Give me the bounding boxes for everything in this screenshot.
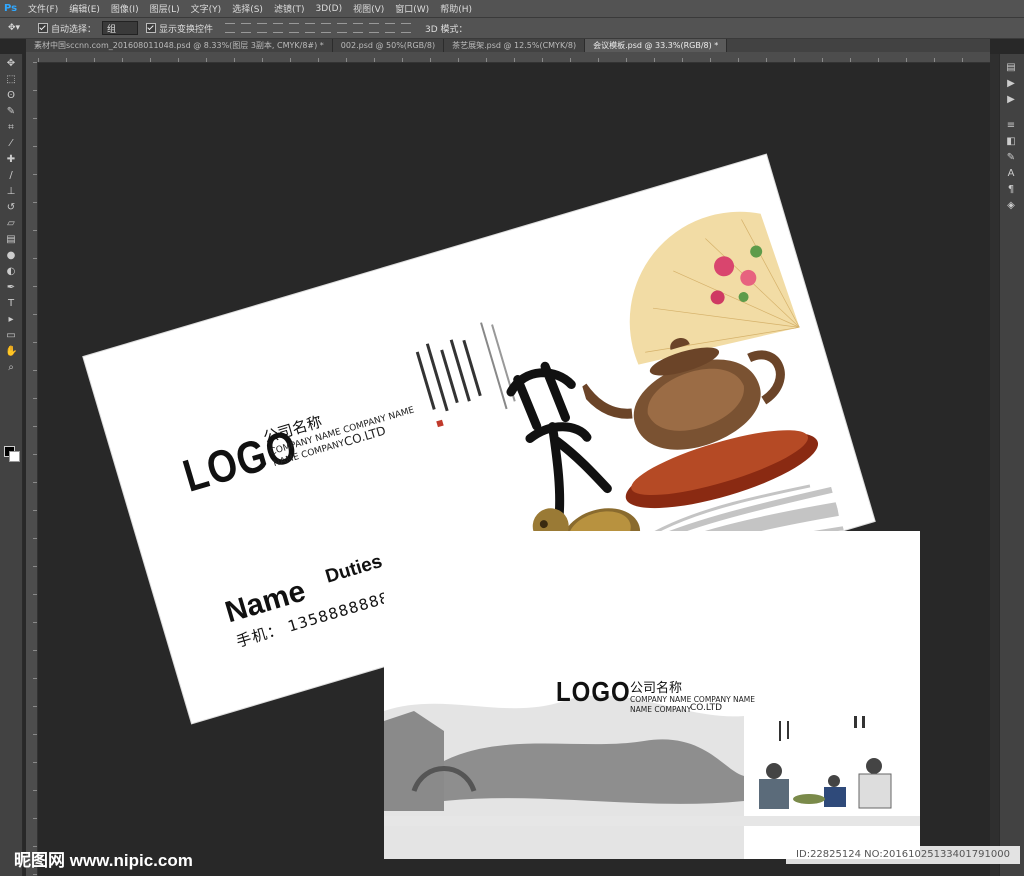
adjustments-panel-icon[interactable]: ◧: [1005, 136, 1017, 148]
show-transform-label: 显示变换控件: [159, 24, 214, 35]
align-top-icon[interactable]: [225, 23, 236, 33]
align-bottom-icon[interactable]: [257, 23, 268, 33]
back-logo-text: LOGO: [556, 677, 631, 709]
back-company-ltd: CO.LTD: [690, 703, 723, 713]
history-brush-tool-icon[interactable]: ↺: [5, 202, 17, 214]
document-tabs: 素材中国sccnn.com_201608011048.psd @ 8.33%(图…: [26, 39, 990, 52]
quick-select-tool-icon[interactable]: ✎: [5, 106, 17, 118]
menu-3d[interactable]: 3D(D): [315, 4, 342, 14]
auto-select-checkbox[interactable]: [38, 23, 48, 33]
tab-doc-1[interactable]: 素材中国sccnn.com_201608011048.psd @ 8.33%(图…: [26, 39, 333, 52]
gradient-tool-icon[interactable]: ▤: [5, 234, 17, 246]
menu-edit[interactable]: 编辑(E): [69, 2, 100, 15]
properties-panel-icon[interactable]: ≡: [1005, 120, 1017, 132]
lasso-tool-icon[interactable]: ʘ: [5, 90, 17, 102]
move-tool-preset-icon[interactable]: ✥▾: [8, 23, 30, 33]
hand-tool-icon[interactable]: ✋: [5, 346, 17, 358]
actions-panel-icon[interactable]: ▶: [1005, 78, 1017, 90]
pen-tool-icon[interactable]: ✒: [5, 282, 17, 294]
menu-select[interactable]: 选择(S): [232, 2, 263, 15]
zoom-tool-icon[interactable]: ⌕: [5, 362, 17, 374]
distribute-left-icon[interactable]: [369, 23, 380, 33]
align-buttons: [225, 23, 412, 33]
align-middle-icon[interactable]: [241, 23, 252, 33]
photoshop-logo: Ps: [4, 3, 18, 14]
nipic-watermark: 昵图网 www.nipic.com: [14, 851, 193, 870]
move-tool-icon[interactable]: ✥: [5, 58, 17, 70]
document-canvas[interactable]: LOGO 公司名称 COMPANY NAME COMPANY NAME NAME…: [38, 63, 990, 876]
align-right-icon[interactable]: [305, 23, 316, 33]
options-bar: ✥▾ 自动选择： 组 显示变换控件 3D 模式：: [0, 18, 1024, 39]
image-id-tag: ID:22825124 NO:20161025133401791000: [786, 846, 1020, 864]
tab-doc-3[interactable]: 茶艺展架.psd @ 12.5%(CMYK/8): [444, 39, 586, 52]
history-panel-icon[interactable]: ▤: [1005, 62, 1017, 74]
3d-mode-label: 3D 模式：: [425, 24, 468, 35]
paragraph-panel-icon[interactable]: ¶: [1005, 184, 1017, 196]
type-tool-icon[interactable]: T: [5, 298, 17, 310]
dodge-tool-icon[interactable]: ◐: [5, 266, 17, 278]
crop-tool-icon[interactable]: ⌗: [5, 122, 17, 134]
marquee-tool-icon[interactable]: ⬚: [5, 74, 17, 86]
collapsed-panels-strip: ▤ ▶ ▶ ≡ ◧ ✎ A ¶ ◈: [999, 54, 1024, 876]
menu-filter[interactable]: 滤镜(T): [274, 2, 305, 15]
shape-tool-icon[interactable]: ▭: [5, 330, 17, 342]
menu-type[interactable]: 文字(Y): [191, 2, 222, 15]
panel-divider: [990, 54, 999, 876]
eyedropper-tool-icon[interactable]: ⁄: [5, 138, 17, 150]
menu-image[interactable]: 图像(I): [111, 2, 139, 15]
brush-panel-icon[interactable]: ✎: [1005, 152, 1017, 164]
distribute-middle-icon[interactable]: [337, 23, 348, 33]
eraser-tool-icon[interactable]: ▱: [5, 218, 17, 230]
background-color-swatch[interactable]: [9, 451, 20, 462]
menu-layer[interactable]: 图层(L): [150, 2, 180, 15]
back-company-name: 公司名称: [630, 681, 683, 696]
horizontal-ruler[interactable]: [38, 52, 990, 63]
menu-window[interactable]: 窗口(W): [395, 2, 429, 15]
align-left-icon[interactable]: [273, 23, 284, 33]
show-transform-checkbox[interactable]: [146, 23, 157, 33]
menu-file[interactable]: 文件(F): [28, 2, 58, 15]
back-company-name-en-line2: NAME COMPANY: [630, 705, 692, 714]
tab-doc-2[interactable]: 002.psd @ 50%(RGB/8): [333, 39, 445, 52]
align-center-icon[interactable]: [289, 23, 300, 33]
distribute-right-icon[interactable]: [401, 23, 412, 33]
menu-help[interactable]: 帮助(H): [440, 2, 472, 15]
menu-view[interactable]: 视图(V): [353, 2, 384, 15]
auto-select-label: 自动选择：: [51, 24, 97, 35]
brush-tool-icon[interactable]: /: [5, 170, 17, 182]
character-panel-icon[interactable]: A: [1005, 168, 1017, 180]
blur-tool-icon[interactable]: ●: [5, 250, 17, 262]
3d-panel-icon[interactable]: ◈: [1005, 200, 1017, 212]
ruler-corner: [26, 52, 38, 62]
distribute-top-icon[interactable]: [321, 23, 332, 33]
menu-bar: Ps 文件(F) 编辑(E) 图像(I) 图层(L) 文字(Y) 选择(S) 滤…: [0, 0, 1024, 18]
distribute-bottom-icon[interactable]: [353, 23, 364, 33]
path-select-tool-icon[interactable]: ▸: [5, 314, 17, 326]
tab-doc-4[interactable]: 会议模板.psd @ 33.3%(RGB/8) *: [585, 39, 728, 52]
tools-panel: ✥ ⬚ ʘ ✎ ⌗ ⁄ ✚ / ⊥ ↺ ▱ ▤ ● ◐ ✒ T ▸ ▭ ✋ ⌕: [0, 54, 23, 876]
play-panel-icon[interactable]: ▶: [1005, 94, 1017, 106]
business-card-back: LOGO 公司名称 COMPANY NAME COMPANY NAME NAME…: [384, 531, 920, 859]
vertical-ruler[interactable]: [26, 62, 38, 876]
clone-stamp-tool-icon[interactable]: ⊥: [5, 186, 17, 198]
healing-brush-tool-icon[interactable]: ✚: [5, 154, 17, 166]
distribute-center-icon[interactable]: [385, 23, 396, 33]
auto-select-dropdown[interactable]: 组: [102, 21, 139, 35]
